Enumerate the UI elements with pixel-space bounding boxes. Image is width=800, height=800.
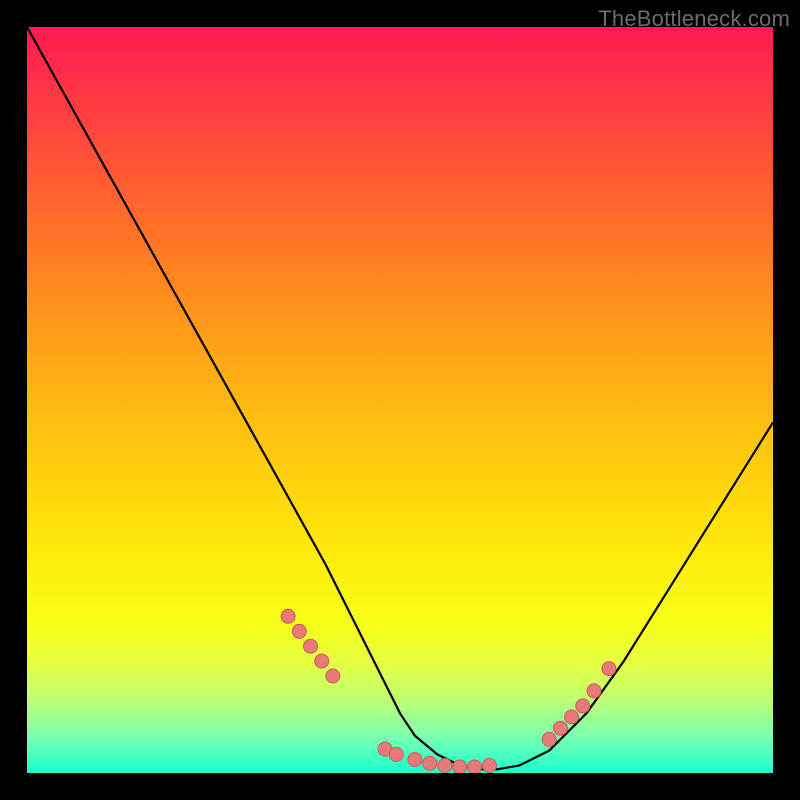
watermark-text: TheBottleneck.com — [598, 6, 790, 32]
marker-point — [587, 684, 601, 698]
marker-point — [292, 624, 306, 638]
bottleneck-curve-line — [27, 27, 773, 769]
marker-point — [483, 759, 497, 773]
marker-point — [602, 662, 616, 676]
marker-point — [304, 639, 318, 653]
marker-point — [565, 710, 579, 724]
marker-point — [438, 759, 452, 773]
marker-point — [542, 732, 556, 746]
marker-point — [315, 654, 329, 668]
marker-point — [453, 760, 467, 773]
marker-point — [576, 699, 590, 713]
marker-point — [553, 721, 567, 735]
marker-point — [281, 609, 295, 623]
marker-group — [281, 609, 616, 773]
chart-plot-area — [27, 27, 773, 773]
marker-point — [408, 753, 422, 767]
marker-point — [468, 760, 482, 773]
marker-point — [423, 756, 437, 770]
chart-svg — [27, 27, 773, 773]
marker-point — [389, 747, 403, 761]
marker-point — [326, 669, 340, 683]
